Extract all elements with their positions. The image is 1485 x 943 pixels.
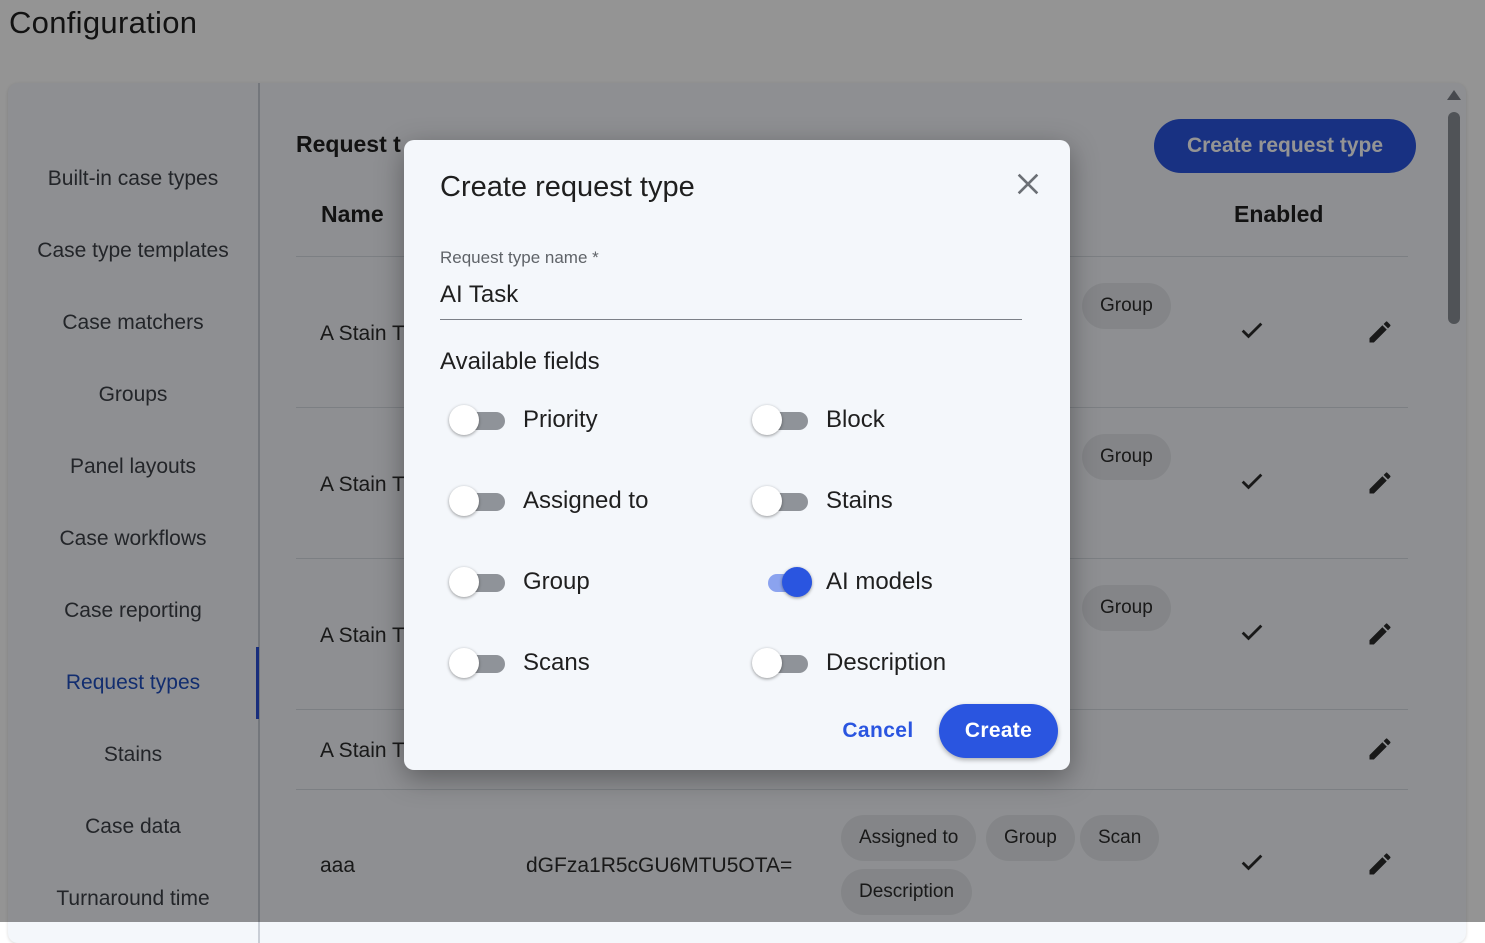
toggle-label-priority: Priority: [523, 406, 598, 433]
toggle-description[interactable]: [752, 648, 812, 678]
toggle-label-assigned-to: Assigned to: [523, 487, 649, 514]
request-type-name-label: Request type name *: [440, 248, 599, 267]
toggle-block[interactable]: [752, 405, 812, 435]
cancel-button[interactable]: Cancel: [828, 706, 928, 756]
toggle-ai-models[interactable]: [756, 567, 816, 597]
toggle-label-stains: Stains: [826, 487, 893, 514]
toggle-priority[interactable]: [449, 405, 509, 435]
toggle-label-ai-models: AI models: [826, 568, 933, 595]
toggle-group[interactable]: [449, 567, 509, 597]
close-icon[interactable]: [1012, 168, 1044, 200]
toggle-label-group: Group: [523, 568, 590, 595]
dialog-title: Create request type: [440, 171, 695, 203]
toggle-stains[interactable]: [752, 486, 812, 516]
toggle-scans[interactable]: [449, 648, 509, 678]
available-fields-heading: Available fields: [440, 348, 600, 375]
toggle-label-scans: Scans: [523, 649, 590, 676]
toggle-label-block: Block: [826, 406, 885, 433]
toggle-assigned-to[interactable]: [449, 486, 509, 516]
toggle-label-description: Description: [826, 649, 947, 676]
input-underline: [440, 319, 1022, 320]
create-request-type-dialog: Create request type Request type name * …: [404, 140, 1070, 770]
request-type-name-input[interactable]: AI Task: [440, 281, 518, 309]
create-button[interactable]: Create: [939, 704, 1058, 758]
